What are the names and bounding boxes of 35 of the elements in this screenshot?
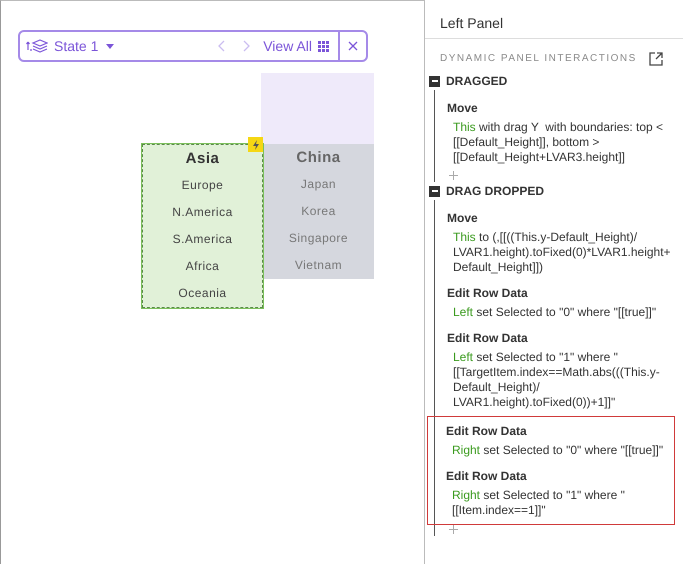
action-description: Left set Selected to "0" where "[[true]]" xyxy=(452,305,658,320)
action-description: This with drag Y with boundaries: top < [[Default_Height]], bottom > [[Default_Height+LVAR3.height]] xyxy=(452,120,664,165)
event-name[interactable]: DRAG DROPPED xyxy=(446,182,544,200)
collapse-icon[interactable] xyxy=(429,186,440,196)
action-title[interactable]: Edit Row Data xyxy=(438,464,674,488)
external-link-icon[interactable] xyxy=(649,52,663,66)
action-title[interactable]: Edit Row Data xyxy=(438,419,674,443)
collapse-icon[interactable] xyxy=(429,76,440,86)
action-title[interactable]: Edit Row Data xyxy=(439,326,683,350)
list-item[interactable]: Europe xyxy=(143,172,262,199)
list-item[interactable]: Africa xyxy=(143,253,262,280)
event-name[interactable]: DRAGGED xyxy=(446,72,508,90)
list-item[interactable]: S.America xyxy=(143,226,262,253)
list-item[interactable]: China xyxy=(263,144,374,171)
lightning-icon xyxy=(248,137,263,152)
action-description: Right set Selected to "1" where "[[Item.index==1]]" xyxy=(451,488,626,518)
action-description: This to (,[[((This.y-Default_Height)/ LVAR1.height).toFixed(0)*LVAR1.height+Default_Height]]) xyxy=(452,230,672,275)
grid-icon xyxy=(318,40,330,52)
list-item[interactable]: Oceania xyxy=(143,280,262,307)
section-heading: DYNAMIC PANEL INTERACTIONS xyxy=(440,52,637,66)
action-description: Left set Selected to "1" where "[[TargetItem.index==Math.abs(((This.y-Default_Height)/ LVAR1.height).toFixed(0))+1]]" xyxy=(452,350,661,410)
action-description: Right set Selected to "0" where "[[true]]" xyxy=(451,443,664,458)
action-title[interactable]: Move xyxy=(439,206,683,230)
action-title[interactable]: Move xyxy=(439,96,683,120)
list-item[interactable]: Asia xyxy=(143,145,262,172)
panel-title: Left Panel xyxy=(425,0,683,39)
layers-icon[interactable] xyxy=(26,38,48,54)
dragged-list[interactable]: Asia Europe N.America S.America Africa Oceania xyxy=(142,144,263,308)
state-dropdown[interactable]: State 1 xyxy=(54,36,114,56)
action-title[interactable]: Edit Row Data xyxy=(439,281,683,305)
view-all-button[interactable]: View All xyxy=(263,36,330,56)
caret-icon xyxy=(106,44,114,48)
country-list[interactable]: China Japan Korea Singapore Vietnam xyxy=(263,144,374,279)
close-icon xyxy=(348,41,358,51)
list-item[interactable]: N.America xyxy=(143,199,262,226)
